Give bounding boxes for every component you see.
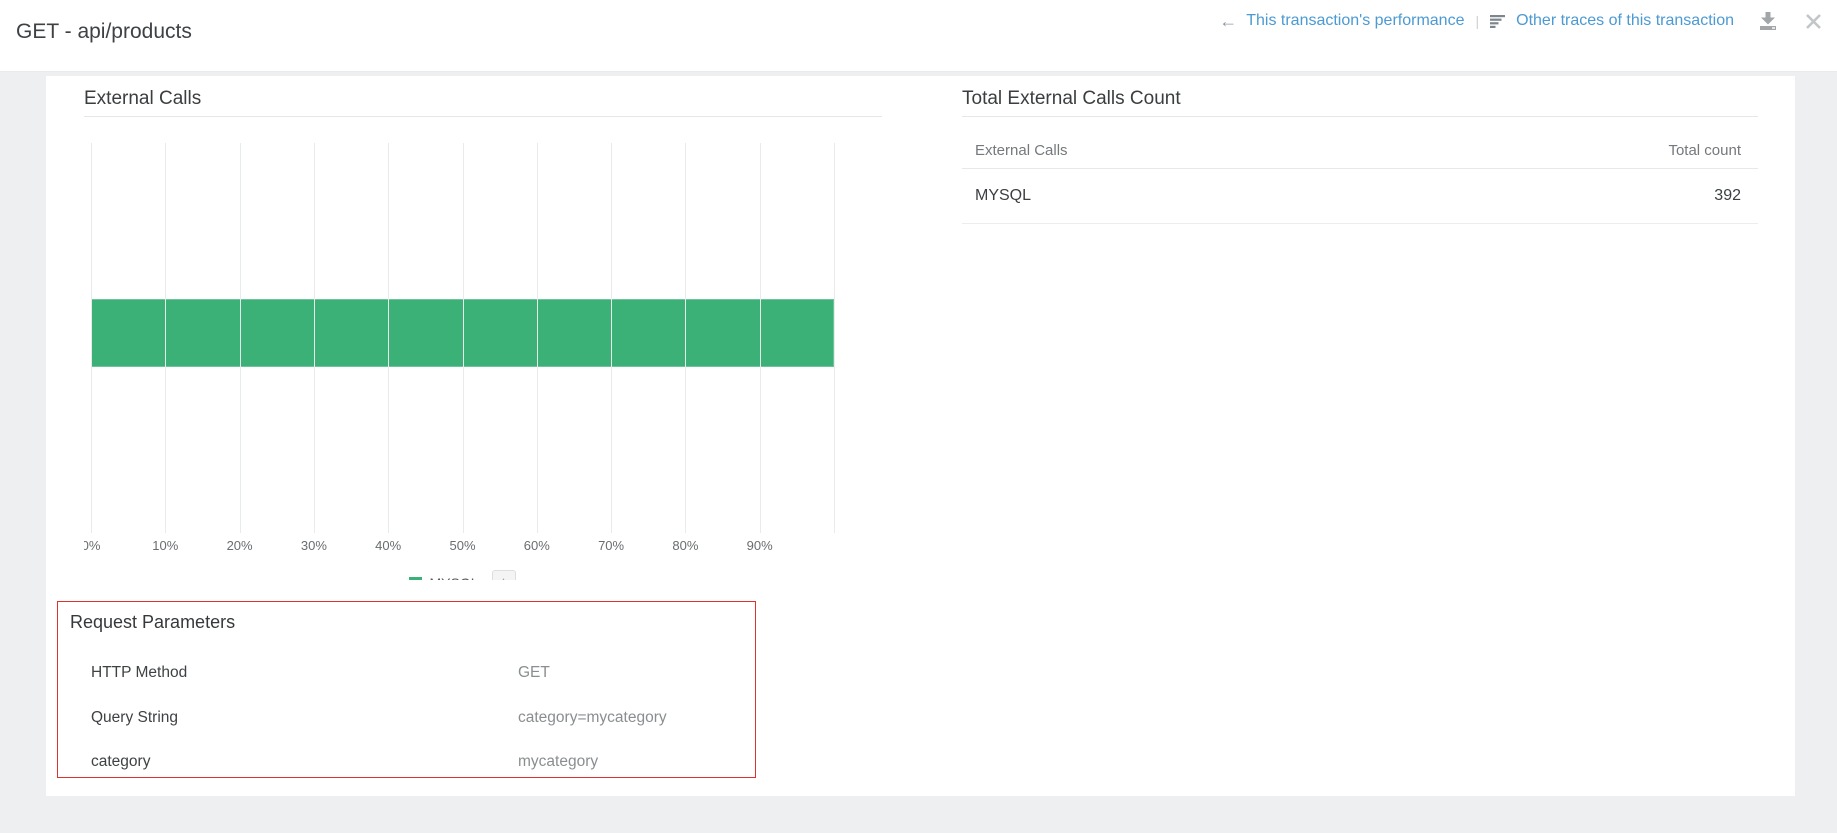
other-traces-link[interactable]: Other traces of this transaction — [1516, 12, 1734, 30]
legend-pager: ▲ ▼ — [492, 570, 516, 580]
x-tick-label: 70% — [598, 538, 624, 553]
request-param-row: category mycategory — [58, 739, 755, 784]
nav-separator: | — [1473, 13, 1481, 29]
param-value: GET — [518, 664, 550, 682]
header-nav: ← This transaction's performance | Other… — [1219, 6, 1827, 36]
cell-external-call-name: MYSQL — [975, 187, 1031, 205]
cell-total-count: 392 — [1714, 187, 1741, 205]
request-param-row: Query String category=mycategory — [58, 695, 755, 740]
legend-label-mysql[interactable]: MYSQL — [429, 575, 478, 580]
gridline — [388, 143, 389, 533]
totals-table-header-row: External Calls Total count — [962, 132, 1758, 169]
back-arrow-icon: ← — [1219, 12, 1237, 30]
x-tick-label: 40% — [375, 538, 401, 553]
transaction-performance-link[interactable]: This transaction's performance — [1246, 12, 1464, 30]
request-param-row: HTTP Method GET — [58, 650, 755, 695]
column-header-total-count: Total count — [1668, 142, 1741, 159]
totals-table: External Calls Total count MYSQL 392 — [962, 132, 1758, 224]
gridline — [611, 143, 612, 533]
totals-divider — [962, 116, 1758, 117]
legend-pager-up-icon[interactable]: ▲ — [499, 577, 509, 580]
gridline — [91, 143, 92, 533]
gridline — [537, 143, 538, 533]
chart-x-axis: 0%10%20%30%40%50%60%70%80%90% — [91, 538, 834, 558]
x-tick-label: 80% — [672, 538, 698, 553]
gridline — [240, 143, 241, 533]
x-tick-label: 30% — [301, 538, 327, 553]
gridline — [834, 143, 835, 533]
total-external-calls-title: Total External Calls Count — [962, 88, 1181, 110]
legend-swatch-mysql[interactable] — [409, 577, 422, 581]
gridline — [760, 143, 761, 533]
header-bar: GET - api/products ← This transaction's … — [0, 0, 1837, 72]
request-parameters-title: Request Parameters — [70, 612, 235, 633]
column-header-external-calls: External Calls — [975, 142, 1068, 159]
page-title: GET - api/products — [16, 20, 192, 44]
external-calls-title: External Calls — [84, 88, 201, 110]
close-icon[interactable] — [1804, 12, 1823, 31]
request-parameters-box: Request Parameters HTTP Method GET Query… — [57, 601, 756, 778]
gridline — [463, 143, 464, 533]
x-tick-label: 60% — [524, 538, 550, 553]
transaction-detail-card: External Calls 0% 10% 20% 30% 40% 50% 60% 70% 80… — [46, 76, 1795, 796]
x-tick-label: 0% — [84, 538, 100, 553]
param-value: mycategory — [518, 753, 598, 771]
param-label: HTTP Method — [91, 664, 187, 682]
chart-legend: MYSQL ▲ ▼ — [91, 562, 834, 580]
x-tick-label: 10% — [152, 538, 178, 553]
param-value: category=mycategory — [518, 709, 667, 727]
download-icon[interactable] — [1757, 11, 1779, 31]
chart-plot — [91, 143, 834, 533]
param-label: category — [91, 753, 150, 771]
gridline — [165, 143, 166, 533]
param-label: Query String — [91, 709, 178, 727]
table-row-mysql: MYSQL 392 — [962, 169, 1758, 224]
x-tick-label: 50% — [449, 538, 475, 553]
traces-list-icon — [1490, 14, 1507, 28]
gridline — [314, 143, 315, 533]
external-calls-chart: 0% 10% 20% 30% 40% 50% 60% 70% 80% 90% MYSQL ▲ ▼ — [84, 138, 892, 580]
external-calls-divider — [84, 116, 882, 117]
gridline — [685, 143, 686, 533]
x-tick-label: 20% — [227, 538, 253, 553]
x-tick-label: 90% — [747, 538, 773, 553]
